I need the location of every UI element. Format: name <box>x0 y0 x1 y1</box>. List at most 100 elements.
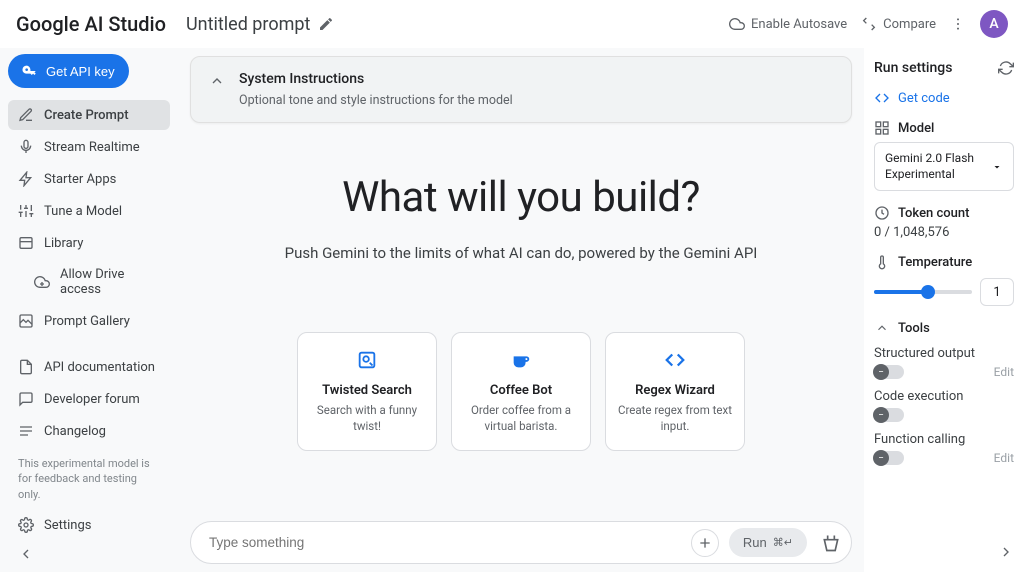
card-desc: Order coffee from a virtual barista. <box>464 402 578 434</box>
autosave-label: Enable Autosave <box>751 17 847 32</box>
tool-structured-output-label: Structured output <box>874 346 1014 361</box>
system-instructions-card[interactable]: System Instructions Optional tone and st… <box>190 56 852 123</box>
sidebar-link-label: Developer forum <box>44 392 140 407</box>
sidebar-item-stream-realtime[interactable]: Stream Realtime <box>8 132 170 162</box>
run-label: Run <box>743 535 767 550</box>
card-desc: Search with a funny twist! <box>310 402 424 434</box>
sidebar-item-drive-access[interactable]: Allow Drive access <box>8 260 170 304</box>
tool-structured-output-toggle[interactable]: − <box>874 365 904 379</box>
compare-button[interactable]: Compare <box>861 16 936 32</box>
bolt-icon <box>18 171 34 187</box>
example-card-regex-wizard[interactable]: Regex Wizard Create regex from text inpu… <box>605 332 745 451</box>
mic-icon <box>18 139 34 155</box>
prompt-bar: Run ⌘↵ <box>190 521 852 564</box>
avatar[interactable]: A <box>980 10 1008 38</box>
card-desc: Create regex from text input. <box>618 402 732 434</box>
compare-label: Compare <box>883 17 936 32</box>
sidebar-item-label: Library <box>44 236 83 251</box>
add-button[interactable] <box>691 529 719 557</box>
example-card-coffee-bot[interactable]: Coffee Bot Order coffee from a virtual b… <box>451 332 591 451</box>
chevron-up-icon[interactable] <box>874 320 890 336</box>
prompt-input[interactable] <box>209 535 681 550</box>
sidebar-item-prompt-gallery[interactable]: Prompt Gallery <box>8 306 170 336</box>
card-title: Twisted Search <box>310 383 424 398</box>
token-label: Token count <box>898 206 969 221</box>
hero-heading: What will you build? <box>342 173 700 222</box>
temperature-slider[interactable] <box>874 290 972 294</box>
api-key-label: Get API key <box>46 64 115 79</box>
sidebar-link-label: API documentation <box>44 360 155 375</box>
sidebar-item-label: Create Prompt <box>44 108 129 123</box>
tools-label: Tools <box>898 321 930 336</box>
code-icon <box>874 90 890 106</box>
card-title: Coffee Bot <box>464 383 578 398</box>
prompt-title[interactable]: Untitled prompt <box>186 14 310 35</box>
system-instructions-title: System Instructions <box>239 71 513 87</box>
model-label: Model <box>898 121 934 136</box>
run-settings-title: Run settings <box>874 60 952 76</box>
coffee-icon <box>510 349 532 371</box>
card-title: Regex Wizard <box>618 383 732 398</box>
model-icon <box>874 120 890 136</box>
compare-icon <box>861 16 877 32</box>
sidebar-item-label: Stream Realtime <box>44 140 140 155</box>
tool-function-calling-toggle[interactable]: − <box>874 451 904 465</box>
clear-icon[interactable] <box>821 533 841 553</box>
temperature-input[interactable]: 1 <box>980 278 1014 306</box>
hero-subtext: Push Gemini to the limits of what AI can… <box>285 244 758 262</box>
chevron-right-icon[interactable] <box>998 544 1014 560</box>
code-icon <box>664 349 686 371</box>
sidebar-item-label: Prompt Gallery <box>44 314 130 329</box>
sidebar-settings[interactable]: Settings <box>8 510 170 540</box>
temp-icon <box>874 254 890 270</box>
gallery-icon <box>18 313 34 329</box>
edit-title-icon[interactable] <box>318 16 334 32</box>
tool-code-execution-toggle[interactable]: − <box>874 408 904 422</box>
get-code-link[interactable]: Get code <box>874 90 1014 106</box>
gear-icon <box>18 517 34 533</box>
cloud-icon <box>729 16 745 32</box>
tool-function-calling-label: Function calling <box>874 432 1014 447</box>
refresh-icon[interactable] <box>998 60 1014 76</box>
tool-edit-link[interactable]: Edit <box>994 451 1014 465</box>
model-value: Gemini 2.0 Flash Experimental <box>885 151 991 182</box>
sidebar-link-api-docs[interactable]: API documentation <box>8 352 170 382</box>
more-icon[interactable] <box>950 16 966 32</box>
enable-autosave-button[interactable]: Enable Autosave <box>729 16 847 32</box>
sidebar-item-label: Starter Apps <box>44 172 116 187</box>
model-select[interactable]: Gemini 2.0 Flash Experimental <box>874 142 1014 191</box>
sidebar-item-label: Allow Drive access <box>60 267 160 297</box>
sidebar-item-tune-model[interactable]: Tune a Model <box>8 196 170 226</box>
get-code-label: Get code <box>898 91 950 106</box>
token-icon <box>874 205 890 221</box>
changelog-icon <box>18 423 34 439</box>
get-api-key-button[interactable]: Get API key <box>8 54 129 88</box>
sidebar-item-create-prompt[interactable]: Create Prompt <box>8 100 170 130</box>
chevron-left-icon <box>18 546 34 562</box>
tool-edit-link[interactable]: Edit <box>994 365 1014 379</box>
sidebar-link-dev-forum[interactable]: Developer forum <box>8 384 170 414</box>
sidebar-link-label: Changelog <box>44 424 106 439</box>
disclaimer: This experimental model is for feedback … <box>8 448 170 510</box>
sidebar-item-library[interactable]: Library <box>8 228 170 258</box>
edit-icon <box>18 107 34 123</box>
temp-label: Temperature <box>898 255 972 270</box>
forum-icon <box>18 391 34 407</box>
token-value: 0 / 1,048,576 <box>874 225 1014 240</box>
sidebar-item-label: Tune a Model <box>44 204 122 219</box>
sidebar-item-starter-apps[interactable]: Starter Apps <box>8 164 170 194</box>
chevron-up-icon <box>209 73 225 89</box>
settings-label: Settings <box>44 518 91 533</box>
library-icon <box>18 235 34 251</box>
collapse-sidebar-button[interactable] <box>8 540 170 568</box>
key-icon <box>22 63 38 79</box>
doc-icon <box>18 359 34 375</box>
system-instructions-sub: Optional tone and style instructions for… <box>239 93 513 108</box>
example-card-twisted-search[interactable]: Twisted Search Search with a funny twist… <box>297 332 437 451</box>
tool-code-execution-label: Code execution <box>874 389 1014 404</box>
run-button[interactable]: Run ⌘↵ <box>729 528 807 557</box>
tune-icon <box>18 203 34 219</box>
shortcut-icon: ⌘↵ <box>773 536 793 549</box>
sidebar-link-changelog[interactable]: Changelog <box>8 416 170 446</box>
drive-icon <box>34 274 50 290</box>
